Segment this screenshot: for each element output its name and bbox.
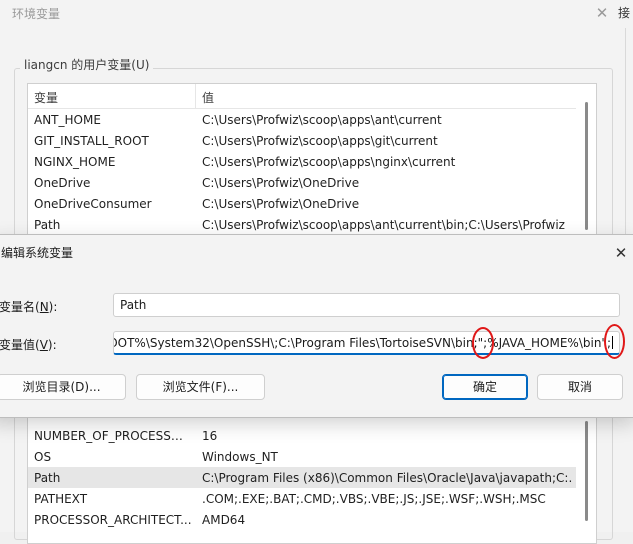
browse-file-button[interactable]: 浏览文件(F)... [136,374,265,400]
table-row[interactable]: OS Windows_NT [28,446,576,467]
variable-value: C:\Program Files (x86)\Common Files\Orac… [202,471,572,485]
annotation-circle [472,327,494,359]
variable-name: OneDriveConsumer [34,197,152,211]
scrollbar[interactable] [585,421,588,521]
divider [625,28,626,238]
variable-value: C:\Users\Profwiz\scoop\apps\ant\current [202,113,442,127]
cancel-button[interactable]: 取消 [537,374,623,400]
user-variables-label: liangcn 的用户变量(U) [20,56,154,73]
variable-name: PATHEXT [34,492,88,506]
table-row[interactable]: NGINX_HOME C:\Users\Profwiz\scoop\apps\n… [28,151,576,172]
ok-button[interactable]: 确定 [442,374,528,400]
variable-name: NGINX_HOME [34,155,116,169]
close-icon[interactable]: ✕ [611,243,631,263]
variable-value-text: OOT%\System32\OpenSSH\;C:\Program Files\… [113,336,613,350]
edge-text: 接 [618,6,631,20]
variable-value: AMD64 [202,513,246,527]
variable-name: ANT_HOME [34,113,101,127]
edit-system-variable-dialog: 编辑系统变量 ✕ 变量名(N): Path 变量值(V): OOT%\Syste… [0,234,633,418]
variable-name: PROCESSOR_ARCHITECT... [34,513,192,527]
column-separator[interactable] [195,84,196,108]
browse-directory-button[interactable]: 浏览目录(D)... [0,374,126,400]
variable-value: C:\Users\Profwiz\scoop\apps\git\current [202,134,438,148]
table-row[interactable]: OneDriveConsumer C:\Users\Profwiz\OneDri… [28,193,576,214]
annotation-circle [604,324,625,359]
variable-name: NUMBER_OF_PROCESSORS [34,429,192,443]
variable-name-label: 变量名(N): [0,300,58,314]
variable-value: C:\Users\Profwiz\scoop\apps\nginx\curren… [202,155,456,169]
variable-value: C:\Users\Profwiz\OneDrive [202,197,360,211]
table-row-selected[interactable]: Path C:\Program Files (x86)\Common Files… [28,467,576,488]
table-row[interactable]: GIT_INSTALL_ROOT C:\Users\Profwiz\scoop\… [28,130,576,151]
table-row[interactable]: Path C:\Users\Profwiz\scoop\apps\ant\cur… [28,214,576,235]
user-variables-list[interactable]: 变量 值 ANT_HOME C:\Users\Profwiz\scoop\app… [27,83,597,240]
variable-value-label: 变量值(V): [0,338,57,352]
variable-name: Path [34,218,61,232]
table-row[interactable]: PROCESSOR_ARCHITECT... AMD64 [28,509,576,530]
variable-name: OneDrive [34,176,91,190]
table-row[interactable]: NUMBER_OF_PROCESSORS 16 [28,425,576,446]
variable-value: C:\Users\Profwiz\OneDrive [202,176,360,190]
table-row[interactable]: PATHEXT .COM;.EXE;.BAT;.CMD;.VBS;.VBE;.J… [28,488,576,509]
variable-name: OS [34,450,52,464]
variable-name: GIT_INSTALL_ROOT [34,134,149,148]
variable-value: C:\Users\Profwiz\scoop\apps\ant\current\… [202,218,565,232]
system-variables-list[interactable]: NUMBER_OF_PROCESSORS 16 OS Windows_NT Pa… [27,412,597,544]
list-header: 变量 值 [28,84,576,109]
variable-name-input[interactable]: Path [113,293,620,317]
dialog-title: 编辑系统变量 [1,246,74,260]
variable-name: Path [34,471,61,485]
column-header-value[interactable]: 值 [202,89,214,106]
table-row[interactable]: OneDrive C:\Users\Profwiz\OneDrive [28,172,576,193]
variable-name-text: Path [120,298,147,312]
window-title: 环境变量 [12,7,61,21]
variable-value: .COM;.EXE;.BAT;.CMD;.VBS;.VBE;.JS;.JSE;.… [202,492,546,506]
close-icon[interactable]: ✕ [592,3,612,23]
table-row[interactable]: ANT_HOME C:\Users\Profwiz\scoop\apps\ant… [28,109,576,130]
column-header-name[interactable]: 变量 [34,89,58,106]
variable-value-input[interactable]: OOT%\System32\OpenSSH\;C:\Program Files\… [113,331,620,355]
scrollbar[interactable] [585,102,588,230]
variable-value: 16 [202,429,218,443]
variable-value: Windows_NT [202,450,278,464]
